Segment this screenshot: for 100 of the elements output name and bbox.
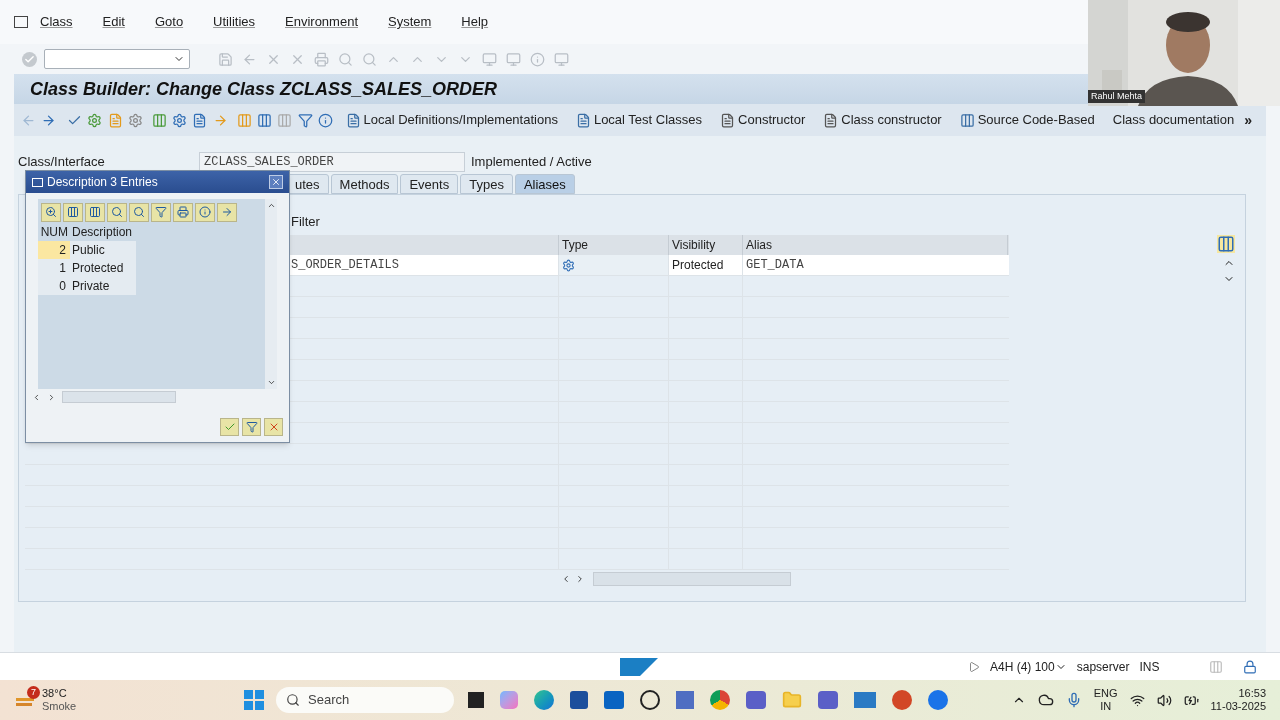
field-label: Class/Interface — [18, 153, 106, 172]
print-icon[interactable] — [312, 50, 330, 68]
popup-tool-icon[interactable] — [129, 202, 149, 222]
scroll-right-icon[interactable] — [575, 574, 585, 584]
screen-title: Class Builder: Change Class ZCLASS_SALES_ORDER — [30, 77, 498, 101]
info-icon[interactable] — [317, 111, 334, 129]
copilot-icon[interactable] — [500, 691, 518, 709]
weather-condition: Smoke — [42, 700, 77, 713]
toolbar-button[interactable]: Constructor — [714, 108, 812, 132]
toolbar-button[interactable]: Class documentation — [1106, 108, 1241, 132]
cloud-icon[interactable] — [1037, 692, 1054, 708]
table-cell: S_ORDER_DETAILS — [291, 258, 400, 272]
teams-icon[interactable] — [818, 691, 838, 709]
scroll-bar[interactable] — [593, 572, 791, 586]
code-view-icon — [959, 112, 975, 128]
language-indicator[interactable]: ENG — [1093, 687, 1118, 700]
menu-item[interactable]: System — [388, 12, 432, 32]
filter-icon — [245, 421, 258, 433]
expand-icon[interactable] — [968, 660, 980, 673]
popup-tool-icon[interactable] — [173, 202, 193, 222]
toolbar-button[interactable]: Class constructor — [817, 108, 948, 132]
language-indicator[interactable]: IN — [1100, 700, 1112, 713]
page-icon — [823, 112, 839, 128]
document-icon — [575, 112, 591, 128]
table-cell-text: GET_DATA — [745, 257, 805, 274]
menu-item[interactable]: Class — [40, 12, 73, 32]
page-icon — [720, 112, 736, 128]
table-cell: Protected — [669, 255, 743, 275]
app-icon[interactable] — [640, 690, 660, 710]
popup-tool-icon[interactable] — [107, 202, 127, 222]
command-field[interactable] — [44, 49, 190, 69]
document-icon — [345, 112, 361, 128]
chrome-icon[interactable] — [710, 690, 730, 710]
popup-tool-icon[interactable] — [85, 202, 105, 222]
tab[interactable]: Events — [400, 174, 459, 194]
powerpoint-icon[interactable] — [892, 690, 912, 710]
toolbar-button[interactable]: Local Test Classes — [569, 108, 709, 132]
system-info[interactable]: A4H (4) 100 — [990, 657, 1067, 676]
zoom-icon[interactable] — [928, 690, 948, 710]
teams-icon[interactable] — [746, 691, 766, 709]
temperature: 38°C — [42, 687, 68, 700]
insert-mode: INS — [1139, 658, 1160, 676]
filter-button[interactable] — [242, 418, 261, 436]
mail-icon[interactable] — [604, 691, 624, 709]
sap-logo — [620, 657, 658, 676]
close-icon — [271, 177, 281, 187]
filter-label: Filter — [291, 212, 320, 231]
search-box[interactable]: Search — [276, 687, 454, 713]
scroll-down-icon[interactable] — [266, 378, 276, 387]
find-next-icon[interactable] — [360, 50, 378, 68]
cancel-button[interactable] — [264, 418, 283, 436]
window-icon — [32, 177, 43, 187]
check-icon — [223, 421, 236, 433]
menu-item[interactable]: Utilities — [213, 12, 255, 32]
popup-tool-icon[interactable] — [151, 202, 171, 222]
help-icon[interactable] — [528, 50, 546, 68]
menu-item[interactable]: Goto — [154, 12, 184, 32]
confirm-button[interactable] — [220, 418, 239, 436]
start-icon[interactable] — [244, 690, 264, 710]
toolbar-button[interactable]: Source Code-Based — [953, 108, 1101, 132]
method-icon — [562, 258, 575, 272]
status-text: Implemented / Active — [471, 153, 592, 172]
wifi-icon[interactable] — [1129, 692, 1145, 708]
folder-icon[interactable] — [782, 690, 802, 710]
find-icon[interactable] — [336, 50, 354, 68]
popup-title: Description 3 Entries — [47, 174, 158, 191]
search-icon — [286, 693, 300, 707]
menu-item[interactable]: Environment — [285, 12, 358, 32]
notification-badge: 7 — [27, 686, 40, 699]
tab[interactable]: Types — [460, 174, 513, 194]
popup-tool-icon[interactable] — [41, 202, 61, 222]
scroll-left-icon[interactable] — [561, 574, 571, 584]
toolbar-button[interactable]: Local Definitions/Implementations — [339, 108, 564, 132]
class-field[interactable]: ZCLASS_SALES_ORDER — [199, 152, 465, 172]
store-icon[interactable] — [570, 691, 588, 709]
column-header[interactable]: Description — [70, 223, 133, 241]
clock-date[interactable]: 11-03-2025 — [1210, 700, 1266, 713]
popup-tool-icon[interactable] — [63, 202, 83, 222]
close-button[interactable] — [269, 175, 283, 189]
scroll-up-icon[interactable] — [266, 201, 276, 210]
column-header[interactable]: NUM — [38, 223, 70, 241]
scroll-left-icon[interactable] — [32, 392, 41, 402]
enter-icon[interactable] — [20, 50, 38, 68]
server-name: sapserver — [1076, 658, 1130, 676]
save-icon[interactable] — [216, 50, 234, 68]
tab[interactable]: Methods — [330, 174, 399, 194]
clock-time[interactable]: 16:53 — [1238, 687, 1266, 700]
menu-item[interactable]: Edit — [102, 12, 125, 32]
table-icon[interactable] — [276, 111, 294, 129]
scroll-bar[interactable] — [62, 391, 176, 403]
filter-icon[interactable] — [297, 111, 314, 129]
browser-icon[interactable] — [534, 690, 554, 710]
window-menu-icon[interactable] — [14, 16, 28, 28]
lock-icon[interactable] — [1243, 659, 1258, 674]
menu-item[interactable]: Help — [461, 12, 489, 32]
tab[interactable]: Aliases — [514, 174, 575, 194]
volume-icon[interactable] — [1156, 692, 1172, 708]
more-button[interactable]: » — [1244, 109, 1252, 131]
popup-tool-icon[interactable] — [195, 202, 215, 222]
scroll-right-icon[interactable] — [47, 392, 56, 402]
